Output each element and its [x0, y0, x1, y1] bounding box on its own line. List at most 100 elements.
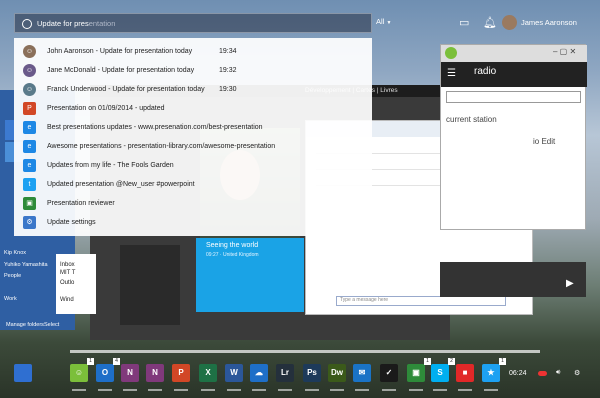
taskbar-badge: 1	[424, 358, 431, 365]
search-result-row[interactable]: t Updated presentation @New_user #powerpo…	[14, 175, 372, 194]
taskbar-excel-icon[interactable]: X	[199, 364, 217, 382]
search-bar[interactable]: Update for presentation	[14, 13, 372, 33]
ie-icon: e	[23, 121, 36, 134]
notification-bell-icon[interactable]: 🔔︎	[483, 16, 497, 29]
taskbar-icon-glyph: X	[205, 368, 211, 377]
person-icon: ☺	[23, 83, 36, 96]
taskbar-icon-glyph: N	[152, 368, 158, 377]
start-bottom-item[interactable]: Manage folders	[6, 322, 44, 328]
chat-message-input[interactable]: Type a message here	[336, 296, 506, 306]
taskbar-icon-glyph: ■	[462, 368, 468, 377]
search-result-row[interactable]: e Best presentations updates - www.presen…	[14, 118, 372, 137]
person-icon: ☺	[23, 45, 36, 58]
taskbar-dreamweaver-icon[interactable]: Dw	[328, 364, 346, 382]
taskbar-icon-glyph	[14, 364, 32, 382]
file-tree-panel	[120, 245, 180, 325]
radio-search-input[interactable]	[446, 91, 581, 103]
window-controls-icon[interactable]: – ▢ ✕	[553, 47, 576, 56]
search-result-row[interactable]: ☺ John Aaronson - Update for presentation…	[14, 42, 372, 61]
start-item[interactable]: Yuhiko Yamashita	[4, 262, 48, 268]
search-result-row[interactable]: e Awesome presentations - presentation-li…	[14, 137, 372, 156]
taskbar-messaging-icon[interactable]: ☺	[70, 364, 88, 382]
taskbar-running-indicator	[252, 389, 266, 391]
start-item[interactable]: People	[4, 273, 21, 279]
search-result-label: Updates from my life - The Fools Garden	[47, 162, 174, 169]
search-filter-dropdown[interactable]: All ▼	[376, 17, 391, 26]
settings-icon[interactable]: ⚙	[574, 369, 580, 377]
search-result-row[interactable]: ⚙ Update settings	[14, 213, 372, 232]
volume-icon[interactable]: 🔊︎	[556, 369, 560, 377]
search-result-row[interactable]: P Presentation on 01/09/2014 - updated	[14, 99, 372, 118]
media-player-strip	[440, 262, 586, 297]
search-result-time: 19:34	[219, 48, 237, 55]
taskbar-running-indicator	[382, 389, 396, 391]
mail-item[interactable]: Outlo	[60, 280, 74, 286]
taskbar-running-indicator	[355, 389, 369, 391]
taskbar-word-icon[interactable]: W	[225, 364, 243, 382]
taskbar-icon-glyph: P	[178, 368, 184, 377]
taskbar-powerpoint-icon[interactable]: P	[172, 364, 190, 382]
taskbar-badge: 4	[113, 358, 120, 365]
taskbar-metro-icon[interactable]: ✓	[380, 364, 398, 382]
search-result-label: Updated presentation @New_user #powerpoi…	[47, 181, 195, 188]
multitask-icon[interactable]: ▭	[459, 16, 469, 29]
search-result-label: Franck Underwood - Update for presentati…	[47, 86, 205, 93]
taskbar-running-indicator	[227, 389, 241, 391]
search-result-row[interactable]: ☺ Jane McDonald - Update for presentation…	[14, 61, 372, 80]
taskbar-outlook-icon[interactable]: O	[96, 364, 114, 382]
play-icon[interactable]: ▶	[566, 278, 574, 289]
start-item[interactable]: Work	[4, 296, 17, 302]
taskbar-running-indicator	[409, 389, 423, 391]
search-query: Update for pres	[37, 19, 89, 28]
ie-icon: e	[23, 140, 36, 153]
mail-item[interactable]: Inbox	[60, 262, 75, 268]
hamburger-icon[interactable]: ☰	[447, 68, 456, 79]
search-result-label: Awesome presentations - presentation-lib…	[47, 143, 276, 150]
clock[interactable]: 06:24	[509, 370, 527, 377]
settings-icon: ⚙	[23, 216, 36, 229]
taskbar-running-indicator	[458, 389, 472, 391]
cloud-icon[interactable]	[538, 371, 547, 376]
taskbar-lightroom-icon[interactable]: Lr	[276, 364, 294, 382]
start-item[interactable]: Kip Knox	[4, 250, 26, 256]
taskbar-icon-glyph: Lr	[281, 368, 289, 377]
taskbar-icon-glyph: ✉	[358, 368, 366, 377]
photo-subcaption: 09:27 · United Kingdom	[206, 252, 259, 258]
search-result-row[interactable]: ▣ Presentation reviewer	[14, 194, 372, 213]
photo-info-panel: Seeing the world 09:27 · United Kingdom	[196, 238, 304, 312]
taskbar-onenote-2-icon[interactable]: N	[146, 364, 164, 382]
search-result-label: Presentation on 01/09/2014 - updated	[47, 105, 165, 112]
search-filter-label: All	[376, 17, 385, 26]
user-name[interactable]: James Aaronson	[521, 18, 577, 27]
taskbar-running-indicator	[305, 389, 319, 391]
cortana-ring-icon	[22, 19, 32, 29]
chevron-down-icon: ▼	[386, 20, 392, 26]
search-result-row[interactable]: e Updates from my life - The Fools Garden	[14, 156, 372, 175]
search-result-label: Best presentations updates - www.presena…	[47, 124, 263, 131]
taskbar-icon-glyph: W	[230, 368, 238, 377]
search-result-row[interactable]: ☺ Franck Underwood - Update for presentat…	[14, 80, 372, 99]
search-input[interactable]: Update for presentation	[37, 19, 115, 28]
taskbar-photoshop-icon[interactable]: Ps	[303, 364, 321, 382]
taskbar-windows-icon[interactable]	[14, 364, 32, 382]
taskbar-flipboard-icon[interactable]: ■	[456, 364, 474, 382]
top-tray: ▭ 🔔︎ James Aaronson	[455, 12, 600, 34]
taskbar-icon-glyph: S	[437, 368, 443, 377]
start-bottom-item[interactable]: Select	[44, 322, 59, 328]
mail-item[interactable]: MIT T	[60, 270, 75, 276]
taskbar-onedrive-icon[interactable]: ☁	[250, 364, 268, 382]
taskbar-running-indicator	[98, 389, 112, 391]
person-icon: ☺	[23, 64, 36, 77]
taskbar-mail-icon[interactable]: ✉	[353, 364, 371, 382]
taskbar-twitter-icon[interactable]: ★	[482, 364, 500, 382]
taskbar-skype-icon[interactable]: S	[431, 364, 449, 382]
powerpoint-icon: P	[23, 102, 36, 115]
taskbar-icon-glyph: Dw	[331, 368, 343, 377]
taskbar-onenote-icon[interactable]: N	[121, 364, 139, 382]
taskbar-store-icon[interactable]: ▣	[407, 364, 425, 382]
radio-title: radio	[474, 66, 497, 77]
avatar[interactable]	[502, 15, 517, 30]
taskbar-running-indicator	[123, 389, 137, 391]
search-result-label: John Aaronson - Update for presentation …	[47, 48, 193, 55]
mail-item[interactable]: Wind	[60, 297, 74, 303]
